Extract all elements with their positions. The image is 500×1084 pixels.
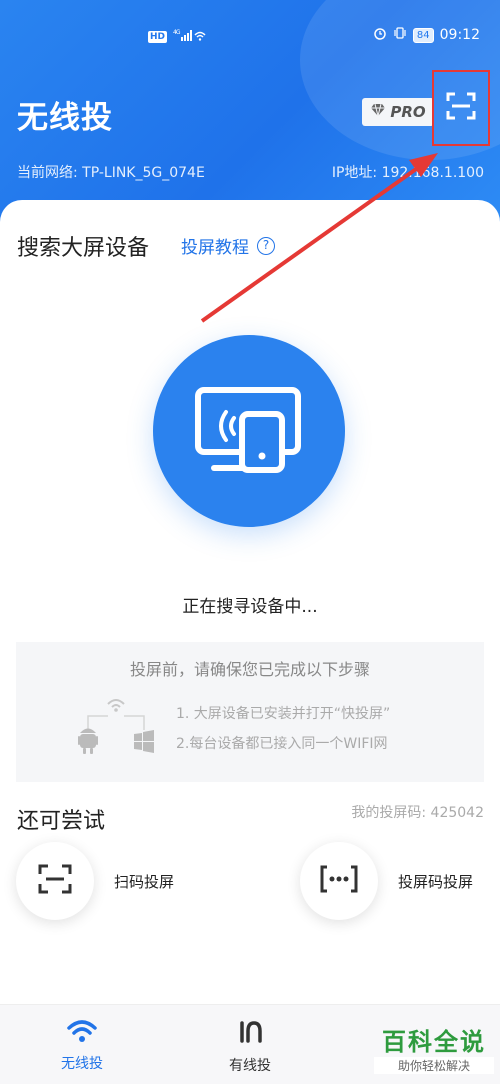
cable-icon — [236, 1021, 264, 1049]
tutorial-label: 投屏教程 — [181, 238, 249, 258]
ip-label: IP地址: 192.168.1.100 — [331, 165, 484, 181]
searching-device-graphic — [153, 335, 345, 527]
diamond-icon — [370, 103, 386, 121]
code-cast-label: 投屏码投屏 — [398, 872, 474, 891]
scan-cast-label: 扫码投屏 — [114, 872, 175, 891]
my-cast-code: 我的投屏码: 425042 — [351, 805, 484, 821]
main-card: 搜索大屏设备 投屏教程 ? 正在搜寻设备中... 投屏前，请确保您已完成以下步骤 — [0, 200, 500, 1010]
wifi-icon — [66, 1020, 98, 1047]
nav-wireless-label: 无线投 — [61, 1056, 103, 1072]
clock: 09:12 — [439, 27, 480, 43]
status-right: 84 09:12 — [373, 26, 480, 44]
code-cast-circle[interactable] — [300, 842, 378, 920]
nav-wired-label: 有线投 — [229, 1058, 271, 1074]
signal-icon: 4G — [173, 28, 207, 45]
code-icon — [319, 864, 359, 898]
step-2: 2.每台设备都已接入同一个WIFI网 — [176, 736, 388, 752]
searching-status: 正在搜寻设备中... — [182, 597, 318, 617]
pro-badge[interactable]: PRO — [362, 98, 434, 126]
steps-box: 投屏前，请确保您已完成以下步骤 1. 大屏设备已安装并打开“快投屏” 2.每台设… — [16, 642, 484, 782]
battery-indicator: 84 — [412, 27, 434, 43]
hd-badge: HD — [148, 30, 168, 43]
try-section-title: 还可尝试 — [17, 809, 106, 834]
devices-illustration — [72, 692, 162, 762]
status-left: HD 4G — [148, 28, 207, 45]
step-1: 1. 大屏设备已安装并打开“快投屏” — [176, 706, 391, 722]
watermark-title: 百科全说 — [382, 1028, 486, 1056]
pro-label: PRO — [390, 103, 426, 121]
help-icon: ? — [257, 236, 275, 255]
vibrate-icon — [393, 26, 407, 44]
scan-cast-option[interactable]: 扫码投屏 — [16, 842, 174, 920]
screen-cast-icon — [194, 384, 304, 478]
scan-cast-circle[interactable] — [16, 842, 94, 920]
search-section-title: 搜索大屏设备 — [17, 236, 150, 261]
watermark-subtitle: 助你轻松解决 — [374, 1057, 494, 1074]
status-bar: HD 4G 84 09:12 — [0, 0, 500, 72]
nav-wireless[interactable]: 无线投 — [22, 1019, 142, 1073]
network-type-label: 4G — [173, 29, 181, 36]
watermark: 百科全说 助你轻松解决 — [374, 1022, 494, 1074]
network-label: 当前网络: TP-LINK_5G_074E — [17, 165, 205, 181]
app-header: HD 4G 84 09:12 无线投 PRO 当前网络: TP-LINK_5G_… — [0, 0, 500, 230]
steps-title: 投屏前，请确保您已完成以下步骤 — [129, 660, 370, 679]
scan-icon — [38, 864, 72, 898]
tutorial-link[interactable]: 投屏教程 ? — [181, 233, 275, 258]
scan-button[interactable] — [432, 70, 490, 146]
code-cast-option[interactable]: 投屏码投屏 — [300, 842, 473, 920]
alarm-icon — [373, 26, 387, 44]
scan-icon — [446, 92, 476, 124]
page-title: 无线投 — [17, 100, 113, 136]
nav-wired[interactable]: 有线投 — [190, 1019, 310, 1075]
